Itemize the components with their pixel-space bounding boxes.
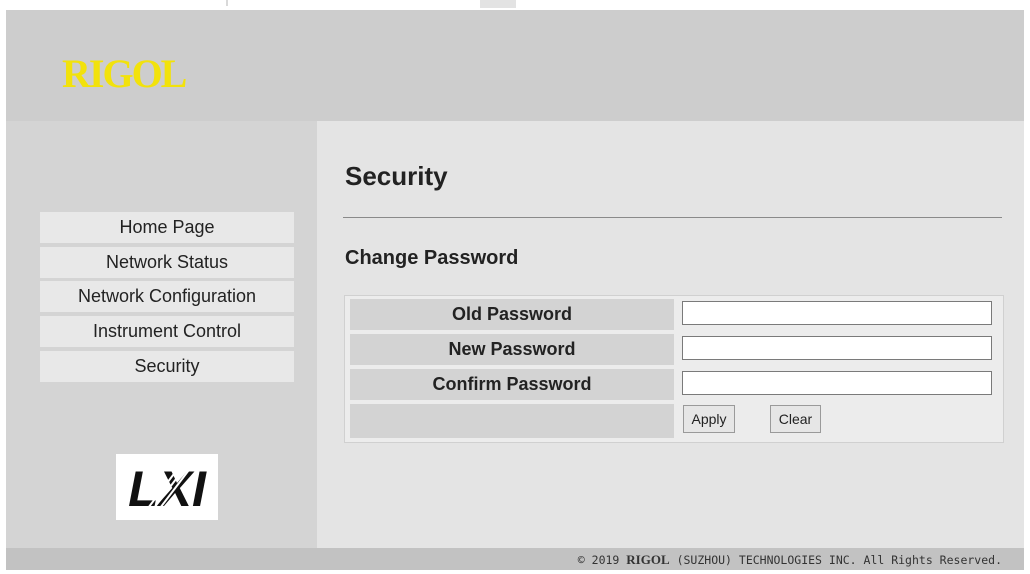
copyright-rest: (SUZHOU) TECHNOLOGIES INC. All Rights Re… [676, 553, 1002, 567]
section-title: Change Password [345, 247, 519, 269]
copyright-brand: RIGOL [626, 552, 670, 567]
header: RIGOL [6, 10, 1024, 121]
new-password-label: New Password [350, 334, 674, 365]
sidebar: Home Page Network Status Network Configu… [6, 121, 317, 548]
rigol-logo: RIGOL [62, 51, 187, 96]
confirm-password-label: Confirm Password [350, 369, 674, 400]
page-title: Security [345, 161, 448, 191]
title-divider [343, 217, 1002, 218]
page-frame: RIGOL Home Page Network Status Network C… [6, 10, 1024, 570]
browser-top-strip [0, 0, 1030, 10]
clear-button[interactable]: Clear [770, 405, 821, 433]
lxi-logo-graphic: LXI [128, 457, 207, 517]
main-content: Security Change Password Old Password Ne… [317, 121, 1024, 548]
sidebar-item-security[interactable]: Security [40, 351, 294, 382]
sidebar-item-instrument-control[interactable]: Instrument Control [40, 316, 294, 347]
sidebar-item-network-configuration[interactable]: Network Configuration [40, 281, 294, 312]
sidebar-item-home-page[interactable]: Home Page [40, 212, 294, 243]
old-password-field[interactable] [682, 301, 992, 325]
lxi-logo: LXI [116, 454, 218, 520]
copyright-text: © 2019 RIGOL (SUZHOU) TECHNOLOGIES INC. … [578, 552, 1002, 568]
apply-button[interactable]: Apply [683, 405, 735, 433]
top-strip-mark [480, 0, 516, 8]
top-strip-mark [226, 0, 228, 6]
button-row-spacer [350, 404, 674, 438]
copyright-year: 2019 [591, 553, 620, 567]
confirm-password-field[interactable] [682, 371, 992, 395]
footer: © 2019 RIGOL (SUZHOU) TECHNOLOGIES INC. … [6, 548, 1024, 570]
sidebar-item-network-status[interactable]: Network Status [40, 247, 294, 278]
new-password-field[interactable] [682, 336, 992, 360]
old-password-label: Old Password [350, 299, 674, 330]
copyright-symbol: © [577, 553, 585, 567]
